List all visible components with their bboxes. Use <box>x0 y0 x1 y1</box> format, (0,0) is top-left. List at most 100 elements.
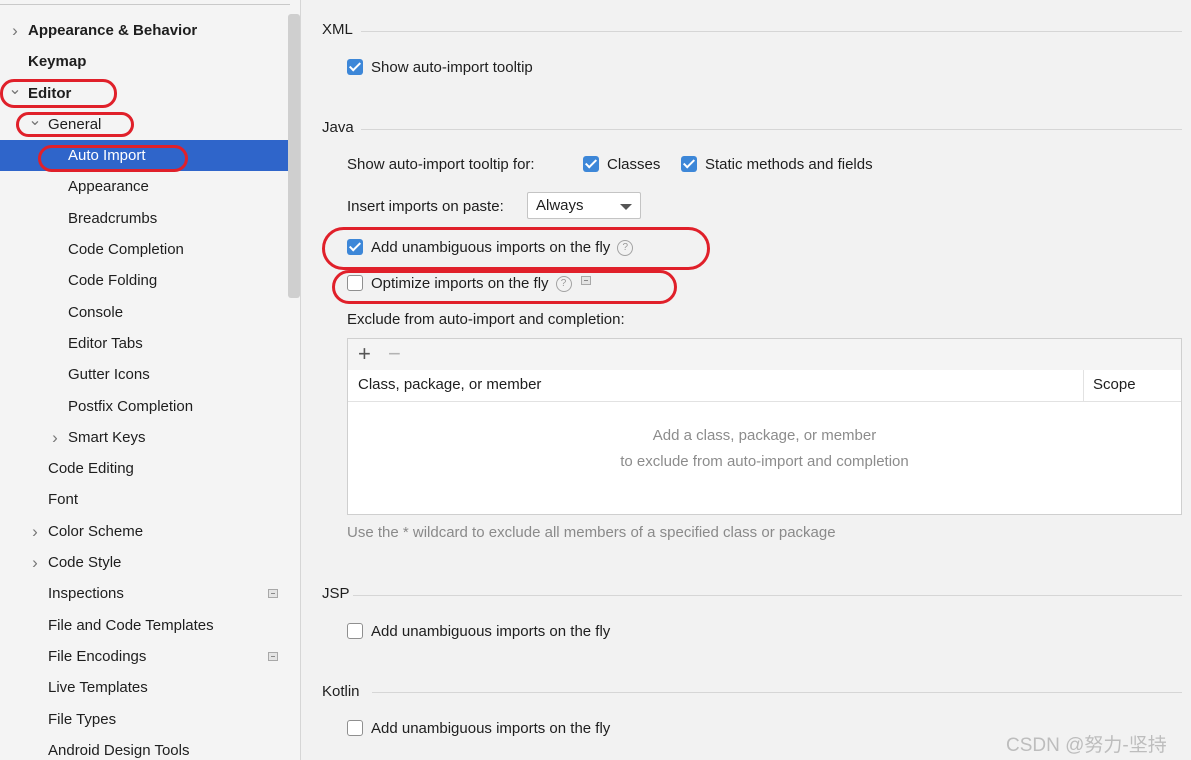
sidebar-item-label: Color Scheme <box>48 522 144 540</box>
sidebar-item-appearance[interactable]: Appearance <box>0 171 288 202</box>
java-section-divider <box>361 129 1182 130</box>
add-icon[interactable]: + <box>358 341 371 367</box>
sidebar-item-editor[interactable]: ⌄ Editor <box>0 78 288 109</box>
sidebar-search-border <box>0 0 290 5</box>
jsp-section-divider <box>353 595 1182 596</box>
sidebar-item-live-templates[interactable]: Live Templates <box>0 672 288 703</box>
sidebar-scrollbar[interactable] <box>288 14 300 298</box>
sidebar-item-android-design-tools[interactable]: Android Design Tools <box>0 735 288 760</box>
java-optimize-checkbox[interactable] <box>347 275 363 291</box>
sidebar-item-console[interactable]: Console <box>0 297 288 328</box>
xml-show-tooltip-checkbox[interactable] <box>347 59 363 75</box>
jsp-add-unambiguous-row[interactable]: Add unambiguous imports on the fly <box>347 623 610 640</box>
sidebar-item-label: Code Folding <box>68 272 158 290</box>
exclude-table-toolbar: + − <box>348 339 1181 371</box>
sidebar-item-label: General <box>48 115 102 133</box>
sidebar-item-inspections[interactable]: Inspections <box>0 578 288 609</box>
chevron-down-icon[interactable]: ⌄ <box>28 105 42 136</box>
exclude-table: + − Class, package, or member Scope Add … <box>347 338 1182 515</box>
project-scope-icon <box>580 276 591 285</box>
insert-on-paste-dropdown[interactable]: Always <box>527 192 641 219</box>
xml-section-divider <box>361 31 1182 32</box>
kotlin-section-divider <box>372 692 1182 693</box>
help-icon[interactable]: ? <box>555 276 572 292</box>
sidebar-item-label: Auto Import <box>68 147 146 165</box>
sidebar-item-label: Code Style <box>48 554 122 572</box>
sidebar-item-gutter-icons[interactable]: Gutter Icons <box>0 359 288 390</box>
java-tooltip-for-row: Show auto-import tooltip for: <box>347 156 535 173</box>
sidebar-item-label: Console <box>68 303 124 321</box>
jsp-add-unambiguous-label: Add unambiguous imports on the fly <box>371 623 611 640</box>
sidebar-item-label: Font <box>48 491 79 509</box>
sidebar-item-appearance-behavior[interactable]: › Appearance & Behavior <box>0 15 288 46</box>
exclude-table-header: Class, package, or member Scope <box>348 370 1181 402</box>
column-header-class[interactable]: Class, package, or member <box>358 376 541 393</box>
java-add-unambiguous-checkbox[interactable] <box>347 239 363 255</box>
sidebar-item-label: Smart Keys <box>68 428 146 446</box>
sidebar-item-label: Inspections <box>48 585 124 603</box>
sidebar-item-code-folding[interactable]: Code Folding <box>0 265 288 296</box>
sidebar-item-file-types[interactable]: File Types <box>0 704 288 735</box>
sidebar-item-smart-keys[interactable]: › Smart Keys <box>0 422 288 453</box>
empty-state-line-1: Add a class, package, or member <box>652 427 877 444</box>
sidebar-item-code-completion[interactable]: Code Completion <box>0 234 288 265</box>
insert-on-paste-text: Insert imports on paste: <box>347 198 504 215</box>
sidebar-item-code-editing[interactable]: Code Editing <box>0 453 288 484</box>
xml-show-tooltip-row[interactable]: Show auto-import tooltip <box>347 59 533 76</box>
sidebar-item-color-scheme[interactable]: › Color Scheme <box>0 516 288 547</box>
remove-icon[interactable]: − <box>388 341 401 367</box>
settings-tree: › Appearance & Behavior Keymap ⌄ Editor ⌄ Gene… <box>0 15 300 760</box>
jsp-section-title: JSP <box>322 585 350 602</box>
help-icon[interactable]: ? <box>617 240 634 256</box>
sidebar-item-file-and-code-templates[interactable]: File and Code Templates <box>0 610 288 641</box>
sidebar-item-postfix-completion[interactable]: Postfix Completion <box>0 391 288 422</box>
settings-sidebar: › Appearance & Behavior Keymap ⌄ Editor ⌄ Gene… <box>0 0 301 760</box>
chevron-right-icon[interactable]: › <box>28 516 42 547</box>
column-divider[interactable] <box>1083 370 1084 401</box>
java-classes-checkbox[interactable] <box>583 156 599 172</box>
java-classes-row[interactable]: Classes <box>583 156 660 173</box>
watermark: CSDN @努力-坚持 <box>1006 735 1167 756</box>
exclude-table-empty-state: Add a class, package, or member to exclu… <box>348 423 1181 475</box>
exclude-label-text: Exclude from auto-import and completion: <box>347 311 625 328</box>
column-header-scope[interactable]: Scope <box>1093 376 1136 393</box>
sidebar-item-code-style[interactable]: › Code Style <box>0 547 288 578</box>
project-scope-icon <box>268 589 278 599</box>
chevron-right-icon[interactable]: › <box>8 15 22 46</box>
java-optimize-label: Optimize imports on the fly <box>371 275 549 292</box>
chevron-down-icon <box>620 204 632 210</box>
sidebar-item-auto-import[interactable]: Auto Import <box>0 140 300 172</box>
sidebar-item-label: Appearance & Behavior <box>28 22 198 39</box>
sidebar-item-label: File Encodings <box>48 647 147 665</box>
java-static-methods-row[interactable]: Static methods and fields <box>681 156 873 173</box>
java-static-methods-checkbox[interactable] <box>681 156 697 172</box>
java-add-unambiguous-row[interactable]: Add unambiguous imports on the fly? <box>347 239 634 256</box>
chevron-down-icon[interactable]: ⌄ <box>8 74 22 105</box>
java-section-title: Java <box>322 119 354 136</box>
kotlin-add-unambiguous-label: Add unambiguous imports on the fly <box>371 720 611 737</box>
sidebar-item-label: Gutter Icons <box>68 366 150 384</box>
java-optimize-row[interactable]: Optimize imports on the fly? <box>347 275 591 292</box>
sidebar-item-label: Keymap <box>28 53 87 71</box>
jsp-add-unambiguous-checkbox[interactable] <box>347 623 363 639</box>
sidebar-item-label: Appearance <box>68 178 149 196</box>
sidebar-item-general[interactable]: ⌄ General <box>0 109 288 140</box>
sidebar-item-label: Live Templates <box>48 679 148 697</box>
chevron-right-icon[interactable]: › <box>48 422 62 453</box>
chevron-right-icon[interactable]: › <box>28 547 42 578</box>
sidebar-item-file-encodings[interactable]: File Encodings <box>0 641 288 672</box>
sidebar-item-editor-tabs[interactable]: Editor Tabs <box>0 328 288 359</box>
sidebar-item-label: Code Editing <box>48 460 134 478</box>
exclude-label: Exclude from auto-import and completion: <box>347 311 625 328</box>
kotlin-section-title: Kotlin <box>322 683 360 700</box>
sidebar-item-label: Breadcrumbs <box>68 209 158 227</box>
java-static-methods-label: Static methods and fields <box>705 156 873 173</box>
auto-import-panel: XML Show auto-import tooltip Java Show a… <box>301 0 1191 760</box>
kotlin-add-unambiguous-row[interactable]: Add unambiguous imports on the fly <box>347 720 610 737</box>
kotlin-add-unambiguous-checkbox[interactable] <box>347 720 363 736</box>
sidebar-item-breadcrumbs[interactable]: Breadcrumbs <box>0 203 288 234</box>
sidebar-item-keymap[interactable]: Keymap <box>0 46 288 77</box>
sidebar-item-font[interactable]: Font <box>0 484 288 515</box>
java-tooltip-for-label: Show auto-import tooltip for: <box>347 156 535 173</box>
insert-on-paste-label: Insert imports on paste: <box>347 198 504 215</box>
